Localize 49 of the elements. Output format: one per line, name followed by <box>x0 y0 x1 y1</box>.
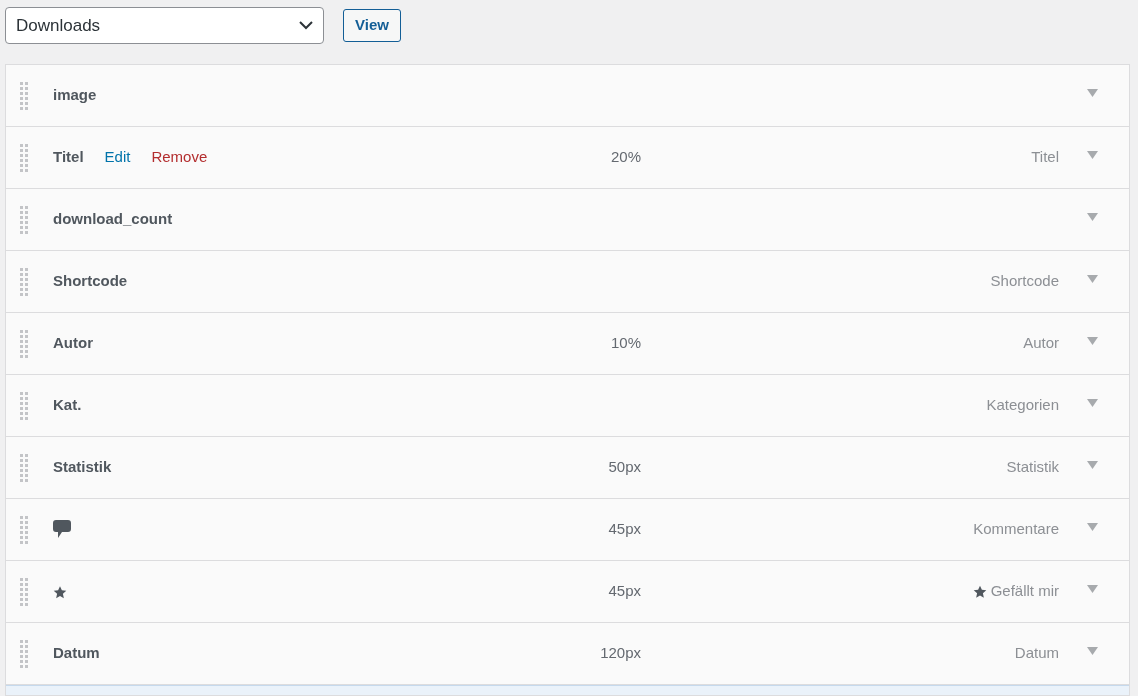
remove-link[interactable]: Remove <box>151 146 208 169</box>
field-type: Statistik <box>1006 457 1059 478</box>
width-value: 10% <box>610 334 641 352</box>
star-icon <box>53 584 67 599</box>
field-label: Datum <box>53 643 100 664</box>
caret-down-icon[interactable] <box>1087 89 1098 98</box>
caret-down-icon[interactable] <box>1087 337 1098 346</box>
drag-handle-icon[interactable] <box>20 391 28 420</box>
drag-handle-icon[interactable] <box>20 453 28 482</box>
drag-handle-icon[interactable] <box>20 205 28 234</box>
caret-down-icon[interactable] <box>1087 275 1098 284</box>
caret-down-icon[interactable] <box>1087 585 1098 594</box>
field-label: image <box>53 85 97 106</box>
field-type: Kommentare <box>973 519 1059 540</box>
drag-handle-icon[interactable] <box>20 577 28 606</box>
drag-handle-icon[interactable] <box>20 143 28 172</box>
width-value: 20% <box>610 148 641 166</box>
field-type: Shortcode <box>990 271 1059 292</box>
drag-handle-icon[interactable] <box>20 515 28 544</box>
drag-handle-icon[interactable] <box>20 639 28 668</box>
field-label: download_count <box>53 209 173 230</box>
chevron-down-icon <box>299 21 313 30</box>
view-button[interactable]: View <box>343 9 401 42</box>
field-type: Kategorien <box>986 395 1059 416</box>
field-label: Shortcode <box>53 271 128 292</box>
drag-handle-icon[interactable] <box>20 267 28 296</box>
caret-down-icon[interactable] <box>1087 523 1098 532</box>
caret-down-icon[interactable] <box>1087 461 1098 470</box>
field-label: Statistik <box>53 457 112 478</box>
field-label: Titel <box>53 147 84 168</box>
field-type: Titel <box>1031 147 1059 168</box>
field-type: Autor <box>1023 333 1059 354</box>
comment-icon <box>53 520 71 539</box>
width-value: 50px <box>608 458 641 476</box>
width-value: 120px <box>600 644 641 662</box>
field-type: Datum <box>1014 643 1059 664</box>
caret-down-icon[interactable] <box>1087 399 1098 408</box>
drag-handle-icon[interactable] <box>20 329 28 358</box>
edit-link[interactable]: Edit <box>104 146 131 169</box>
drag-handle-icon[interactable] <box>20 81 28 110</box>
caret-down-icon[interactable] <box>1087 213 1098 222</box>
dropdown-select[interactable]: Downloads <box>5 7 324 44</box>
width-value: 45px <box>608 520 641 538</box>
field-label: Autor <box>53 333 93 354</box>
field-label: Kat. <box>53 395 82 416</box>
width-value: 45px <box>608 582 641 600</box>
field-type: Gefällt mir <box>990 581 1059 602</box>
caret-down-icon[interactable] <box>1087 647 1098 656</box>
caret-down-icon[interactable] <box>1087 151 1098 160</box>
